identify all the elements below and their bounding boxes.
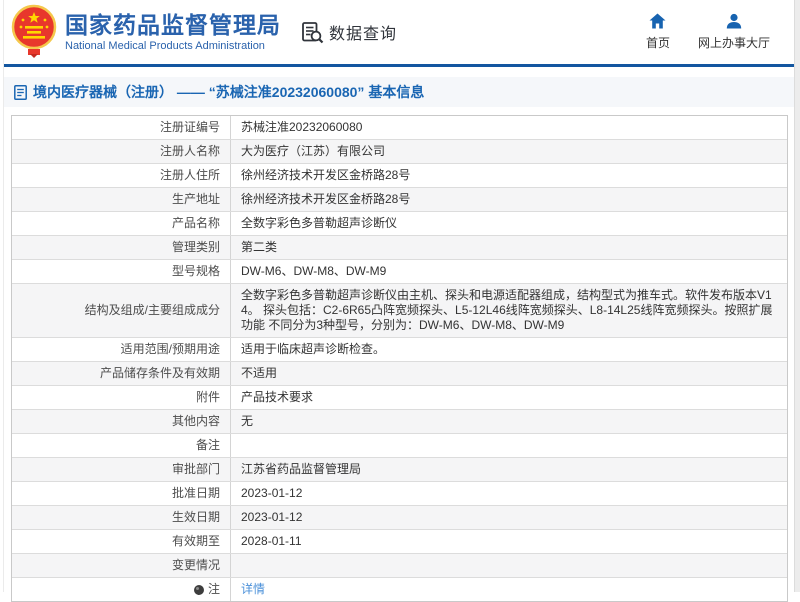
site-subtitle: National Medical Products Administration	[65, 40, 281, 52]
breadcrumb: 境内医疗器械（注册） —— “苏械注准20232060080” 基本信息	[4, 77, 800, 107]
table-row: 其他内容无	[12, 410, 787, 434]
national-emblem-logo[interactable]	[11, 2, 57, 63]
nav-home[interactable]: 首页	[646, 13, 670, 51]
row-label: 其他内容	[12, 410, 230, 433]
row-label: 注册人名称	[12, 140, 230, 163]
detail-link[interactable]: 详情	[241, 582, 265, 597]
page-container: 国家药品监督管理局 National Medical Products Admi…	[3, 0, 800, 592]
table-row: 注详情	[12, 578, 787, 601]
row-value: 徐州经济技术开发区金桥路28号	[230, 188, 787, 211]
row-label: 变更情况	[12, 554, 230, 577]
table-row: 产品储存条件及有效期不适用	[12, 362, 787, 386]
nav-home-label: 首页	[646, 34, 670, 51]
table-row: 产品名称全数字彩色多普勒超声诊断仪	[12, 212, 787, 236]
row-value: DW-M6、DW-M8、DW-M9	[230, 260, 787, 283]
row-value: 大为医疗（江苏）有限公司	[230, 140, 787, 163]
info-table: 注册证编号苏械注准20232060080注册人名称大为医疗（江苏）有限公司注册人…	[11, 115, 788, 602]
table-row: 型号规格DW-M6、DW-M8、DW-M9	[12, 260, 787, 284]
row-value: 全数字彩色多普勒超声诊断仪由主机、探头和电源适配器组成，结构型式为推车式。软件发…	[230, 284, 787, 337]
row-label: 批准日期	[12, 482, 230, 505]
row-label: 生效日期	[12, 506, 230, 529]
row-value: 2023-01-12	[230, 506, 787, 529]
row-value: 适用于临床超声诊断检查。	[230, 338, 787, 361]
row-value: 2028-01-11	[230, 530, 787, 553]
home-icon	[649, 13, 666, 29]
row-label: 生产地址	[12, 188, 230, 211]
table-row: 管理类别第二类	[12, 236, 787, 260]
data-query-label: 数据查询	[329, 20, 397, 44]
row-label: 产品储存条件及有效期	[12, 362, 230, 385]
row-value: 全数字彩色多普勒超声诊断仪	[230, 212, 787, 235]
row-label: 备注	[12, 434, 230, 457]
table-row: 生产地址徐州经济技术开发区金桥路28号	[12, 188, 787, 212]
row-label: 有效期至	[12, 530, 230, 553]
table-row: 注册人住所徐州经济技术开发区金桥路28号	[12, 164, 787, 188]
row-label: 结构及组成/主要组成成分	[12, 284, 230, 337]
table-row: 适用范围/预期用途适用于临床超声诊断检查。	[12, 338, 787, 362]
breadcrumb-text: 境内医疗器械（注册） —— “苏械注准20232060080” 基本信息	[33, 82, 424, 102]
row-value: 第二类	[230, 236, 787, 259]
row-label: 注册人住所	[12, 164, 230, 187]
row-label: 适用范围/预期用途	[12, 338, 230, 361]
row-value: 不适用	[230, 362, 787, 385]
row-value	[230, 554, 787, 577]
national-emblem-icon	[11, 2, 57, 58]
scrollbar[interactable]	[794, 0, 800, 592]
data-query-nav[interactable]: 数据查询	[301, 20, 397, 44]
row-value: 产品技术要求	[230, 386, 787, 409]
row-label: 注	[12, 578, 230, 601]
row-label: 管理类别	[12, 236, 230, 259]
row-value: 详情	[230, 578, 787, 601]
table-row: 结构及组成/主要组成成分全数字彩色多普勒超声诊断仪由主机、探头和电源适配器组成，…	[12, 284, 787, 338]
row-value: 无	[230, 410, 787, 433]
table-row: 附件产品技术要求	[12, 386, 787, 410]
note-icon	[194, 585, 204, 595]
row-value: 徐州经济技术开发区金桥路28号	[230, 164, 787, 187]
table-row: 有效期至2028-01-11	[12, 530, 787, 554]
row-label: 型号规格	[12, 260, 230, 283]
row-label: 审批部门	[12, 458, 230, 481]
data-query-icon	[301, 21, 324, 44]
nav-service-hall[interactable]: 网上办事大厅	[698, 13, 770, 51]
row-value: 苏械注准20232060080	[230, 116, 787, 139]
table-row: 批准日期2023-01-12	[12, 482, 787, 506]
table-row: 注册人名称大为医疗（江苏）有限公司	[12, 140, 787, 164]
table-row: 备注	[12, 434, 787, 458]
table-row: 生效日期2023-01-12	[12, 506, 787, 530]
site-header: 国家药品监督管理局 National Medical Products Admi…	[4, 0, 800, 67]
table-row: 审批部门江苏省药品监督管理局	[12, 458, 787, 482]
row-value: 2023-01-12	[230, 482, 787, 505]
site-title: 国家药品监督管理局	[65, 12, 281, 38]
row-value: 江苏省药品监督管理局	[230, 458, 787, 481]
table-row: 变更情况	[12, 554, 787, 578]
document-icon	[14, 85, 27, 100]
row-label: 附件	[12, 386, 230, 409]
table-row: 注册证编号苏械注准20232060080	[12, 116, 787, 140]
nav-service-hall-label: 网上办事大厅	[698, 34, 770, 51]
user-icon	[726, 13, 742, 29]
row-value	[230, 434, 787, 457]
site-title-block: 国家药品监督管理局 National Medical Products Admi…	[65, 12, 281, 52]
row-label: 注册证编号	[12, 116, 230, 139]
row-label: 产品名称	[12, 212, 230, 235]
